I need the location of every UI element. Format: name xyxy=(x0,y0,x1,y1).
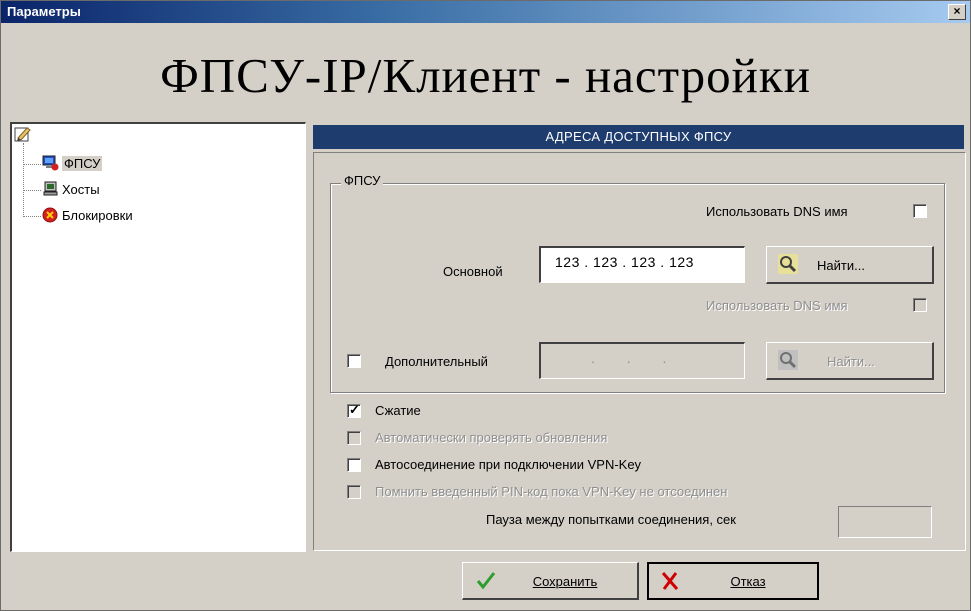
auto-update-label: Автоматически проверять обновления xyxy=(375,430,608,445)
magnifier-icon xyxy=(778,254,798,274)
pause-input[interactable] xyxy=(838,506,932,538)
cancel-button[interactable]: Отказ xyxy=(647,562,819,600)
window-title: Параметры xyxy=(7,4,81,19)
primary-use-dns-label: Использовать DNS имя xyxy=(706,298,848,313)
save-label: Сохранить xyxy=(532,574,598,589)
tree-branch xyxy=(23,216,41,217)
compression-label: Сжатие xyxy=(375,403,421,418)
tree-branch xyxy=(23,190,41,191)
title-bar[interactable]: Параметры × xyxy=(1,1,970,23)
secondary-label: Дополнительный xyxy=(385,354,488,369)
tree-item-fpsu[interactable]: ФПСУ xyxy=(42,155,103,171)
tree-line xyxy=(23,143,24,217)
tree-item-hosts[interactable]: Хосты xyxy=(42,181,100,197)
group-label: ФПСУ xyxy=(341,173,384,188)
primary-label: Основной xyxy=(443,264,503,279)
close-button[interactable]: × xyxy=(948,4,966,20)
tree-branch xyxy=(23,164,41,165)
secondary-ip-field[interactable]: . . . xyxy=(539,342,745,379)
cancel-x-icon xyxy=(661,572,679,590)
block-icon xyxy=(42,207,58,223)
primary-ip-value: 123 . 123 . 123 . 123 xyxy=(555,254,694,270)
pencil-icon xyxy=(14,127,31,142)
computer-shield-icon xyxy=(42,155,59,171)
settings-tree[interactable]: ФПСУ Хосты Блокировки xyxy=(10,122,306,552)
cancel-label: Отказ xyxy=(730,574,766,589)
use-dns-checkbox[interactable] xyxy=(913,204,927,218)
use-dns-label: Использовать DNS имя xyxy=(706,204,848,219)
settings-window: Параметры × ФПСУ-IP/Клиент - настройки Ф… xyxy=(0,0,971,611)
secondary-checkbox[interactable] xyxy=(347,354,361,368)
compression-checkbox[interactable]: ✓ xyxy=(347,402,361,418)
find-label: Найти... xyxy=(817,258,865,273)
panel-heading: АДРЕСА ДОСТУПНЫХ ФПСУ xyxy=(313,125,964,149)
save-button[interactable]: Сохранить xyxy=(462,562,639,600)
find-label: Найти... xyxy=(827,354,875,369)
close-icon: × xyxy=(953,4,961,18)
computer-icon xyxy=(43,181,58,196)
primary-use-dns-checkbox[interactable] xyxy=(913,298,927,312)
auto-update-checkbox[interactable] xyxy=(347,431,361,445)
check-icon: ✓ xyxy=(349,402,360,417)
magnifier-icon xyxy=(778,350,798,370)
page-title: ФПСУ-IP/Клиент - настройки xyxy=(160,48,811,103)
primary-ip-field[interactable]: 123 . 123 . 123 . 123 xyxy=(539,246,745,283)
auto-connect-label: Автосоединение при подключении VPN-Key xyxy=(375,457,642,472)
pause-label: Пауза между попытками соединения, сек xyxy=(486,512,736,527)
secondary-find-button[interactable]: Найти... xyxy=(766,342,934,380)
secondary-ip-value: . . . xyxy=(591,350,681,366)
remember-pin-checkbox[interactable] xyxy=(347,485,361,499)
auto-connect-checkbox[interactable] xyxy=(347,458,361,472)
tree-item-label: Блокировки xyxy=(62,207,133,223)
remember-pin-label: Помнить введенный PIN-код пока VPN-Key н… xyxy=(375,484,728,499)
tree-item-label: ФПСУ xyxy=(62,155,103,171)
tree-item-label: Хосты xyxy=(62,181,100,197)
primary-find-button[interactable]: Найти... xyxy=(766,246,934,284)
tree-item-blocks[interactable]: Блокировки xyxy=(42,207,133,223)
